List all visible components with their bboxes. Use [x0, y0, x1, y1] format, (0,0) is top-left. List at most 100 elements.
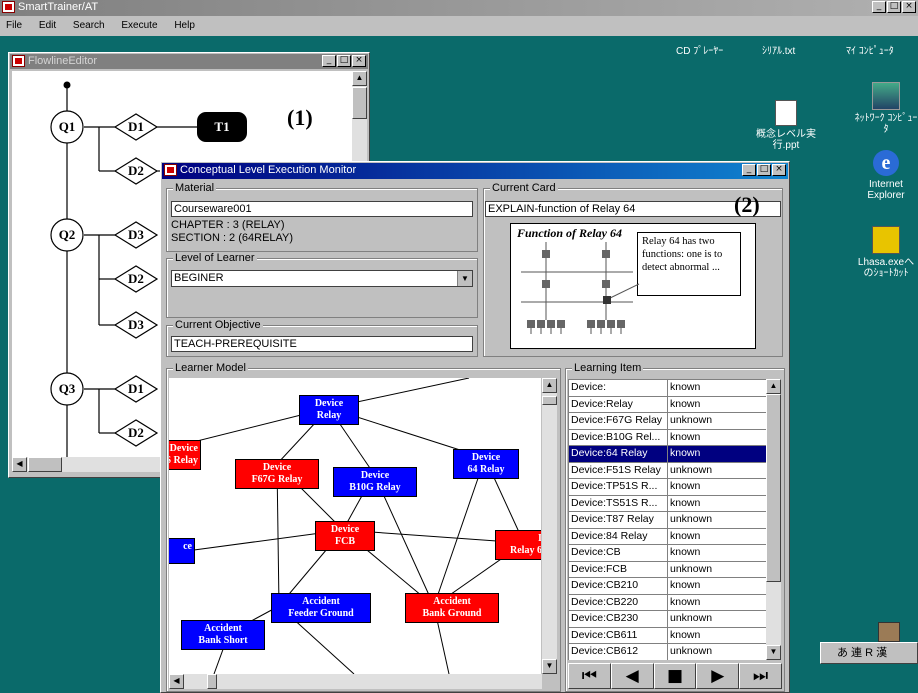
app-titlebar: SmartTrainer/AT _ □ ×: [0, 0, 918, 16]
learner-model-node[interactable]: IRelay 6: [495, 530, 541, 560]
table-row[interactable]: Device:F67G Relay unknown: [568, 412, 766, 430]
scroll-thumb[interactable]: [766, 394, 781, 582]
maximize-button[interactable]: □: [757, 164, 771, 176]
minimize-button[interactable]: _: [742, 164, 756, 176]
table-row[interactable]: Device:FCB unknown: [568, 560, 766, 578]
node-line: S Relay: [169, 455, 198, 466]
first-button[interactable]: ⏮: [568, 663, 611, 689]
table-row[interactable]: Device:CB611 known: [568, 626, 766, 644]
monitor-window: Conceptual Level Execution Monitor _ □ ×…: [160, 161, 790, 693]
document-icon: [775, 100, 797, 126]
scroll-left-arrow[interactable]: ◀: [169, 674, 184, 689]
chevron-down-icon[interactable]: ▼: [457, 271, 472, 286]
navigation-bar: ⏮ ◀ ■ ▶ ⏭: [568, 663, 782, 691]
item-status-cell: known: [667, 379, 766, 397]
item-status-cell: unknown: [667, 560, 766, 578]
scroll-up-arrow[interactable]: ▲: [542, 378, 557, 393]
learner-model-node[interactable]: Device FCB: [315, 521, 375, 551]
desktop-icon-ie[interactable]: e Internet Explorer: [854, 150, 918, 201]
material-field[interactable]: Courseware001: [171, 201, 473, 217]
close-button[interactable]: ×: [352, 55, 366, 67]
learner-model-node[interactable]: Device B10G Relay: [333, 467, 417, 497]
desktop-icon-network[interactable]: ﾈｯﾄﾜｰｸ ｺﾝﾋﾟｭｰﾀ: [854, 82, 918, 135]
scroll-thumb[interactable]: [542, 396, 557, 405]
flow-label: Q1: [58, 119, 76, 134]
annotation-label: (1): [287, 105, 313, 130]
flow-label: D2: [128, 271, 144, 286]
learner-model-node[interactable]: Accident Feeder Ground: [271, 593, 371, 623]
scroll-left-arrow[interactable]: ◀: [12, 457, 27, 472]
item-status-cell: known: [667, 527, 766, 545]
learner-model-label: Learner Model: [173, 362, 248, 374]
scroll-up-arrow[interactable]: ▲: [352, 71, 367, 86]
learner-model-node[interactable]: Accident Bank Short: [181, 620, 265, 650]
desktop-icon-lhasa[interactable]: Lhasa.exeへのｼｮｰﾄｶｯﾄ: [854, 226, 918, 279]
table-row[interactable]: Device:CB230 unknown: [568, 610, 766, 628]
learner-model-node[interactable]: Device Relay: [299, 395, 359, 425]
table-row[interactable]: Device:CB known: [568, 544, 766, 562]
learner-model-canvas[interactable]: Device Relay Device F67G Relay Device B10G …: [169, 378, 541, 674]
learner-model-node[interactable]: Device F67G Relay: [235, 459, 319, 489]
table-row[interactable]: Device:CB612 unknown: [568, 643, 766, 660]
close-button[interactable]: ×: [772, 164, 786, 176]
item-status-cell: unknown: [667, 610, 766, 628]
menu-search[interactable]: Search: [73, 20, 105, 31]
menu-file[interactable]: File: [6, 20, 22, 31]
minimize-button[interactable]: _: [322, 55, 336, 67]
menu-help[interactable]: Help: [174, 20, 195, 31]
table-row[interactable]: Device:TS51S R... known: [568, 494, 766, 512]
ime-toolbar[interactable]: あ 連 R 漢: [820, 642, 918, 664]
objective-field[interactable]: TEACH-PREREQUISITE: [171, 336, 473, 352]
learner-level-group: Level of Learner BEGINER ▼: [166, 252, 478, 318]
scroll-thumb[interactable]: [28, 457, 62, 472]
item-name-cell: Device:T87 Relay: [568, 511, 668, 529]
scroll-thumb[interactable]: [207, 674, 217, 689]
recycle-bin-icon[interactable]: [878, 622, 900, 642]
learner-model-node[interactable]: Accident Bank Ground: [405, 593, 499, 623]
menu-execute[interactable]: Execute: [121, 20, 157, 31]
table-row[interactable]: Device:B10G Rel... known: [568, 428, 766, 446]
desktop-icon-ppt[interactable]: 概念レベル実行.ppt: [754, 100, 818, 151]
node-line: Relay: [316, 410, 342, 421]
learning-item-table: Device: known Device:Relay known Device:F67G…: [568, 379, 766, 660]
scroll-down-arrow[interactable]: ▼: [542, 659, 557, 674]
last-button[interactable]: ⏭: [739, 663, 782, 689]
learner-model-hscrollbar[interactable]: ◀: [169, 674, 542, 689]
item-name-cell: Device:CB210: [568, 577, 668, 595]
monitor-titlebar: Conceptual Level Execution Monitor _ □ ×: [162, 163, 788, 179]
scroll-down-arrow[interactable]: ▼: [766, 645, 781, 660]
learner-level-select[interactable]: BEGINER ▼: [171, 270, 473, 287]
table-row[interactable]: Device:Relay known: [568, 395, 766, 413]
maximize-button[interactable]: □: [337, 55, 351, 67]
menu-edit[interactable]: Edit: [39, 20, 56, 31]
item-name-cell: Device:B10G Rel...: [568, 428, 668, 446]
item-name-cell: Device:84 Relay: [568, 527, 668, 545]
table-row[interactable]: Device:T87 Relay unknown: [568, 511, 766, 529]
material-label: Material: [173, 182, 217, 194]
scroll-up-arrow[interactable]: ▲: [766, 379, 781, 394]
table-row[interactable]: Device: known: [568, 379, 766, 397]
table-row[interactable]: Device:CB220 known: [568, 593, 766, 611]
learning-item-list[interactable]: Device: known Device:Relay known Device:F67G…: [568, 379, 766, 660]
maximize-button[interactable]: □: [887, 1, 901, 13]
table-row[interactable]: Device:F51S Relay unknown: [568, 461, 766, 479]
table-row[interactable]: Device:64 Relay known: [568, 445, 766, 463]
minimize-button[interactable]: _: [872, 1, 886, 13]
window-icon: [12, 55, 25, 67]
table-row[interactable]: Device:84 Relay known: [568, 527, 766, 545]
chapter-text: CHAPTER : 3 (RELAY): [171, 219, 285, 231]
scroll-thumb[interactable]: [352, 87, 367, 119]
close-button[interactable]: ×: [902, 1, 916, 13]
previous-button[interactable]: ◀: [610, 663, 654, 689]
learning-item-vscrollbar[interactable]: ▲ ▼: [766, 379, 781, 660]
learner-model-node[interactable]: Device 64 Relay: [453, 449, 519, 479]
learner-model-node[interactable]: ce: [169, 538, 195, 564]
window-icon: [164, 164, 177, 176]
node-line: FCB: [335, 536, 355, 547]
table-row[interactable]: Device:TP51S R... known: [568, 478, 766, 496]
stop-button[interactable]: ■: [653, 663, 697, 689]
learner-model-vscrollbar[interactable]: ▲ ▼: [542, 378, 557, 674]
learner-model-node[interactable]: DeviceS Relay: [169, 440, 201, 470]
next-button[interactable]: ▶: [696, 663, 740, 689]
table-row[interactable]: Device:CB210 known: [568, 577, 766, 595]
